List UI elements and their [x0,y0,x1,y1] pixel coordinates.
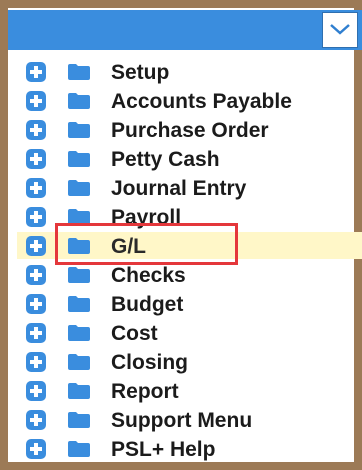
folder-icon [67,121,91,139]
expand-plus-icon[interactable] [26,352,46,372]
expand-plus-icon[interactable] [26,410,46,430]
menu-item-journal-entry[interactable]: Journal Entry [26,174,356,202]
menu-item-accounts-payable[interactable]: Accounts Payable [26,87,356,115]
menu-item-label: Checks [111,263,186,287]
expand-plus-icon[interactable] [26,236,46,256]
folder-icon [67,266,91,284]
expand-plus-icon[interactable] [26,178,46,198]
expand-plus-icon[interactable] [26,207,46,227]
folder-icon [67,295,91,313]
selection-outline [55,223,238,265]
menu-item-label: Petty Cash [111,147,220,171]
menu-item-label: PSL+ Help [111,437,216,461]
menu-item-psl-help[interactable]: PSL+ Help [26,435,356,463]
menu-item-label: Accounts Payable [111,89,292,113]
folder-icon [67,63,91,81]
folder-icon [67,324,91,342]
expand-plus-icon[interactable] [26,323,46,343]
menu-item-cost[interactable]: Cost [26,319,356,347]
menu-item-label: Cost [111,321,158,345]
menu-item-setup[interactable]: Setup [26,58,356,86]
folder-icon [67,353,91,371]
menu-item-support-menu[interactable]: Support Menu [26,406,356,434]
expand-plus-icon[interactable] [26,149,46,169]
menu-item-report[interactable]: Report [26,377,356,405]
menu-item-label: Budget [111,292,184,316]
folder-icon [67,150,91,168]
menu-item-purchase-order[interactable]: Purchase Order [26,116,356,144]
dropdown-button[interactable] [322,12,358,48]
folder-icon [67,179,91,197]
expand-plus-icon[interactable] [26,381,46,401]
menu-item-petty-cash[interactable]: Petty Cash [26,145,356,173]
folder-icon [67,382,91,400]
folder-icon [67,92,91,110]
expand-plus-icon[interactable] [26,439,46,459]
expand-plus-icon[interactable] [26,265,46,285]
folder-icon [67,440,91,458]
menu-item-checks[interactable]: Checks [26,261,356,289]
menu-item-label: Purchase Order [111,118,269,142]
menu-item-budget[interactable]: Budget [26,290,356,318]
expand-plus-icon[interactable] [26,91,46,111]
expand-plus-icon[interactable] [26,120,46,140]
menu-item-label: Report [111,379,179,403]
menu-item-label: Support Menu [111,408,253,432]
expand-plus-icon[interactable] [26,294,46,314]
menu-header-bar [8,10,362,50]
menu-item-label: Journal Entry [111,176,247,200]
menu-item-closing[interactable]: Closing [26,348,356,376]
menu-item-label: Setup [111,60,170,84]
chevron-down-icon [330,24,350,35]
expand-plus-icon[interactable] [26,62,46,82]
folder-icon [67,411,91,429]
menu-item-label: Closing [111,350,188,374]
